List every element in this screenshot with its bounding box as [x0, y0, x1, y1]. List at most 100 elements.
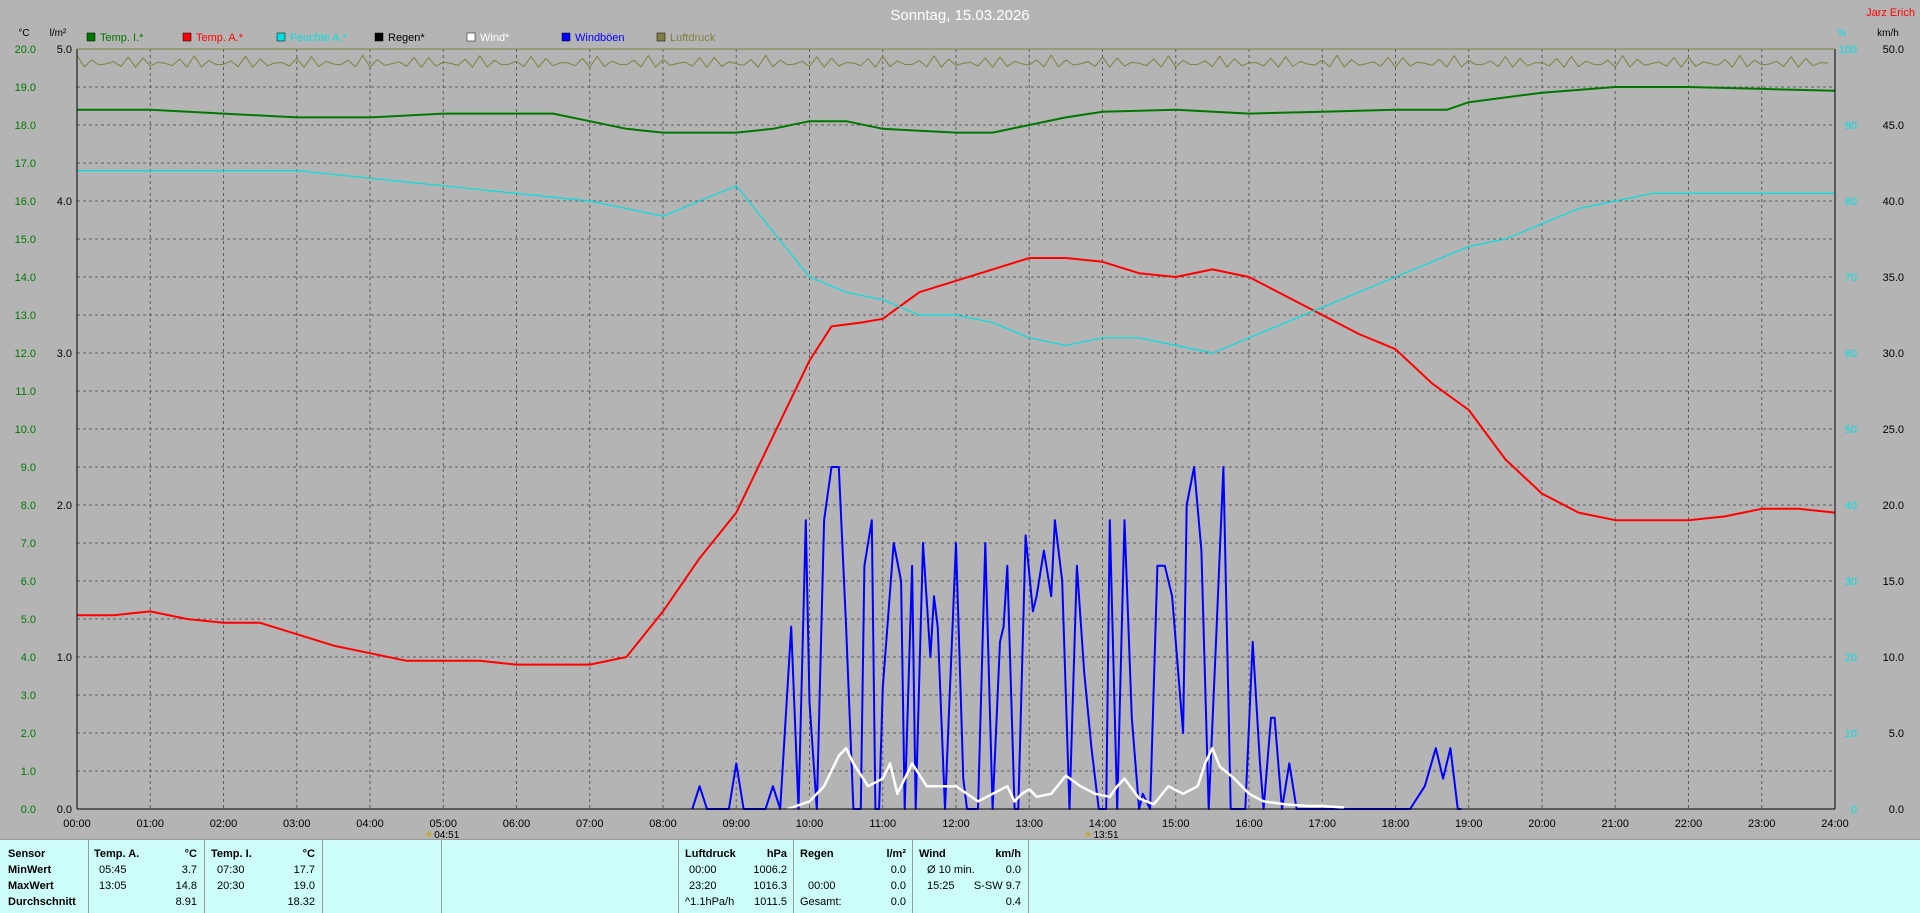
- stats-wind-header: Wind: [919, 848, 946, 860]
- temp-tick-label: 17.0: [15, 158, 36, 170]
- legend-swatch: [374, 32, 384, 42]
- stats-rain-header: Regen: [800, 848, 834, 860]
- temp-tick-label: 3.0: [21, 690, 36, 702]
- legend-label: Temp. A.*: [196, 32, 244, 44]
- author-label: Jarz Erich: [1866, 7, 1915, 19]
- x-tick-label: 00:00: [63, 818, 91, 830]
- temp-tick-label: 11.0: [15, 386, 36, 398]
- temp-tick-label: 5.0: [21, 614, 36, 626]
- stats-pressure-header: Luftdruck: [685, 848, 736, 860]
- legend-label: Feuchte A.*: [290, 32, 348, 44]
- wind-tick-label: 5.0: [1889, 728, 1904, 740]
- legend-label: Luftdruck: [670, 32, 716, 44]
- axis-unit-humidity: %: [1838, 28, 1847, 39]
- rain-tick-label: 5.0: [57, 44, 72, 56]
- x-tick-label: 15:00: [1162, 818, 1190, 830]
- temp-tick-label: 9.0: [21, 462, 36, 474]
- humidity-tick-label: 90: [1845, 120, 1857, 132]
- stats-wind-unit: km/h: [995, 848, 1021, 860]
- wind-tick-label: 10.0: [1883, 652, 1904, 664]
- stats-temp-a-header: Temp. A.: [94, 848, 140, 860]
- x-tick-label: 14:00: [1089, 818, 1117, 830]
- chart-title: Sonntag, 15.03.2026: [890, 7, 1029, 24]
- x-tick-label: 04:00: [356, 818, 384, 830]
- temp-tick-label: 6.0: [21, 576, 36, 588]
- wind-tick-label: 35.0: [1883, 272, 1904, 284]
- statistics-panel: Sensor MinWert MaxWert Durchschnitt Temp…: [0, 839, 1920, 913]
- humidity-tick-label: 80: [1845, 196, 1857, 208]
- x-tick-label: 01:00: [136, 818, 164, 830]
- humidity-tick-label: 20: [1845, 652, 1857, 664]
- rain-tick-label: 0.0: [57, 804, 72, 816]
- stats-rain-max-value: 0.0: [890, 880, 906, 892]
- stats-rain-total-label: Gesamt:: [800, 896, 842, 908]
- x-tick-label: 11:00: [869, 818, 896, 830]
- stats-temp-a-max-value: 14.8: [175, 880, 197, 892]
- stats-pressure-avg-value: 1011.5: [754, 896, 787, 908]
- stats-row-label: MinWert: [8, 864, 52, 876]
- temp-tick-label: 16.0: [15, 196, 36, 208]
- temp-tick-label: 4.0: [21, 652, 36, 664]
- sun-marker-label: 13:51: [1094, 830, 1119, 839]
- wind-tick-label: 50.0: [1883, 44, 1904, 56]
- x-tick-label: 23:00: [1748, 818, 1776, 830]
- humidity-tick-label: 10: [1845, 728, 1857, 740]
- x-tick-label: 18:00: [1382, 818, 1410, 830]
- stats-sensor-column: Sensor MinWert MaxWert Durchschnitt: [0, 840, 89, 913]
- rain-tick-label: 2.0: [57, 500, 72, 512]
- stats-wind-day-avg: 0.4: [1005, 896, 1021, 908]
- stats-pressure-trend: ^1.1hPa/h: [685, 896, 735, 908]
- legend-swatch: [182, 32, 192, 42]
- stats-temp-a-max-time: 13:05: [99, 880, 127, 892]
- legend-label: Wind*: [480, 32, 510, 44]
- stats-rain-max-time: 00:00: [808, 880, 836, 892]
- humidity-tick-label: 50: [1845, 424, 1857, 436]
- wind-tick-label: 30.0: [1883, 348, 1904, 360]
- stats-rain-column: Regen l/m² 0.0 00:00 0.0 Gesamt: 0.0: [794, 840, 913, 913]
- stats-empty-column: [442, 840, 679, 913]
- x-tick-label: 12:00: [942, 818, 970, 830]
- legend-swatch: [656, 32, 666, 42]
- temp-tick-label: 7.0: [21, 538, 36, 550]
- stats-rain-total-value: 0.0: [890, 896, 906, 908]
- humidity-tick-label: 30: [1845, 576, 1857, 588]
- wind-tick-label: 15.0: [1883, 576, 1904, 588]
- x-tick-label: 20:00: [1528, 818, 1556, 830]
- temp-tick-label: 20.0: [15, 44, 36, 56]
- x-tick-label: 09:00: [722, 818, 750, 830]
- temp-tick-label: 1.0: [21, 766, 36, 778]
- stats-sensor-header: Sensor: [8, 848, 46, 860]
- stats-temp-i-header: Temp. I.: [211, 848, 252, 860]
- legend-swatch: [466, 32, 476, 42]
- stats-empty-column: [323, 840, 442, 913]
- stats-wind-column: Wind km/h Ø 10 min. 0.0 15:25 S-SW 9.7 0…: [913, 840, 1029, 913]
- x-tick-label: 17:00: [1308, 818, 1336, 830]
- sun-marker-label: 04:51: [434, 830, 459, 839]
- x-tick-label: 10:00: [796, 818, 824, 830]
- temp-tick-label: 14.0: [15, 272, 36, 284]
- humidity-tick-label: 100: [1839, 44, 1857, 56]
- stats-wind-avg-value: 0.0: [1005, 864, 1021, 876]
- rain-tick-label: 1.0: [57, 652, 72, 664]
- stats-temp-i-max-value: 19.0: [293, 880, 315, 892]
- temp-tick-label: 12.0: [15, 348, 36, 360]
- temp-tick-label: 19.0: [15, 82, 36, 94]
- humidity-tick-label: 60: [1845, 348, 1857, 360]
- axis-unit-rain: l/m²: [50, 28, 67, 39]
- temp-tick-label: 2.0: [21, 728, 36, 740]
- rain-tick-label: 4.0: [57, 196, 72, 208]
- stats-temp-i-avg-value: 18.32: [287, 896, 315, 908]
- wind-tick-label: 40.0: [1883, 196, 1904, 208]
- stats-temp-i-column: Temp. I. °C 07:30 17.7 20:30 19.0 18.32: [205, 840, 323, 913]
- legend-label: Temp. I.*: [100, 32, 144, 44]
- temp-tick-label: 15.0: [15, 234, 36, 246]
- stats-pressure-max-time: 23:20: [689, 880, 717, 892]
- stats-temp-a-unit: °C: [184, 848, 197, 860]
- stats-row-label: MaxWert: [8, 880, 54, 892]
- x-tick-label: 22:00: [1675, 818, 1703, 830]
- humidity-tick-label: 0: [1851, 804, 1857, 816]
- weather-chart: 0.0 1.0 2.0 3.0 4.0 5.0 6.0 7.0 8.0 9.0 10.0 11.0 12…: [15, 7, 1915, 839]
- stats-rain-unit: l/m²: [886, 848, 906, 860]
- x-tick-label: 19:00: [1455, 818, 1483, 830]
- stats-pressure-min-time: 00:00: [689, 864, 717, 876]
